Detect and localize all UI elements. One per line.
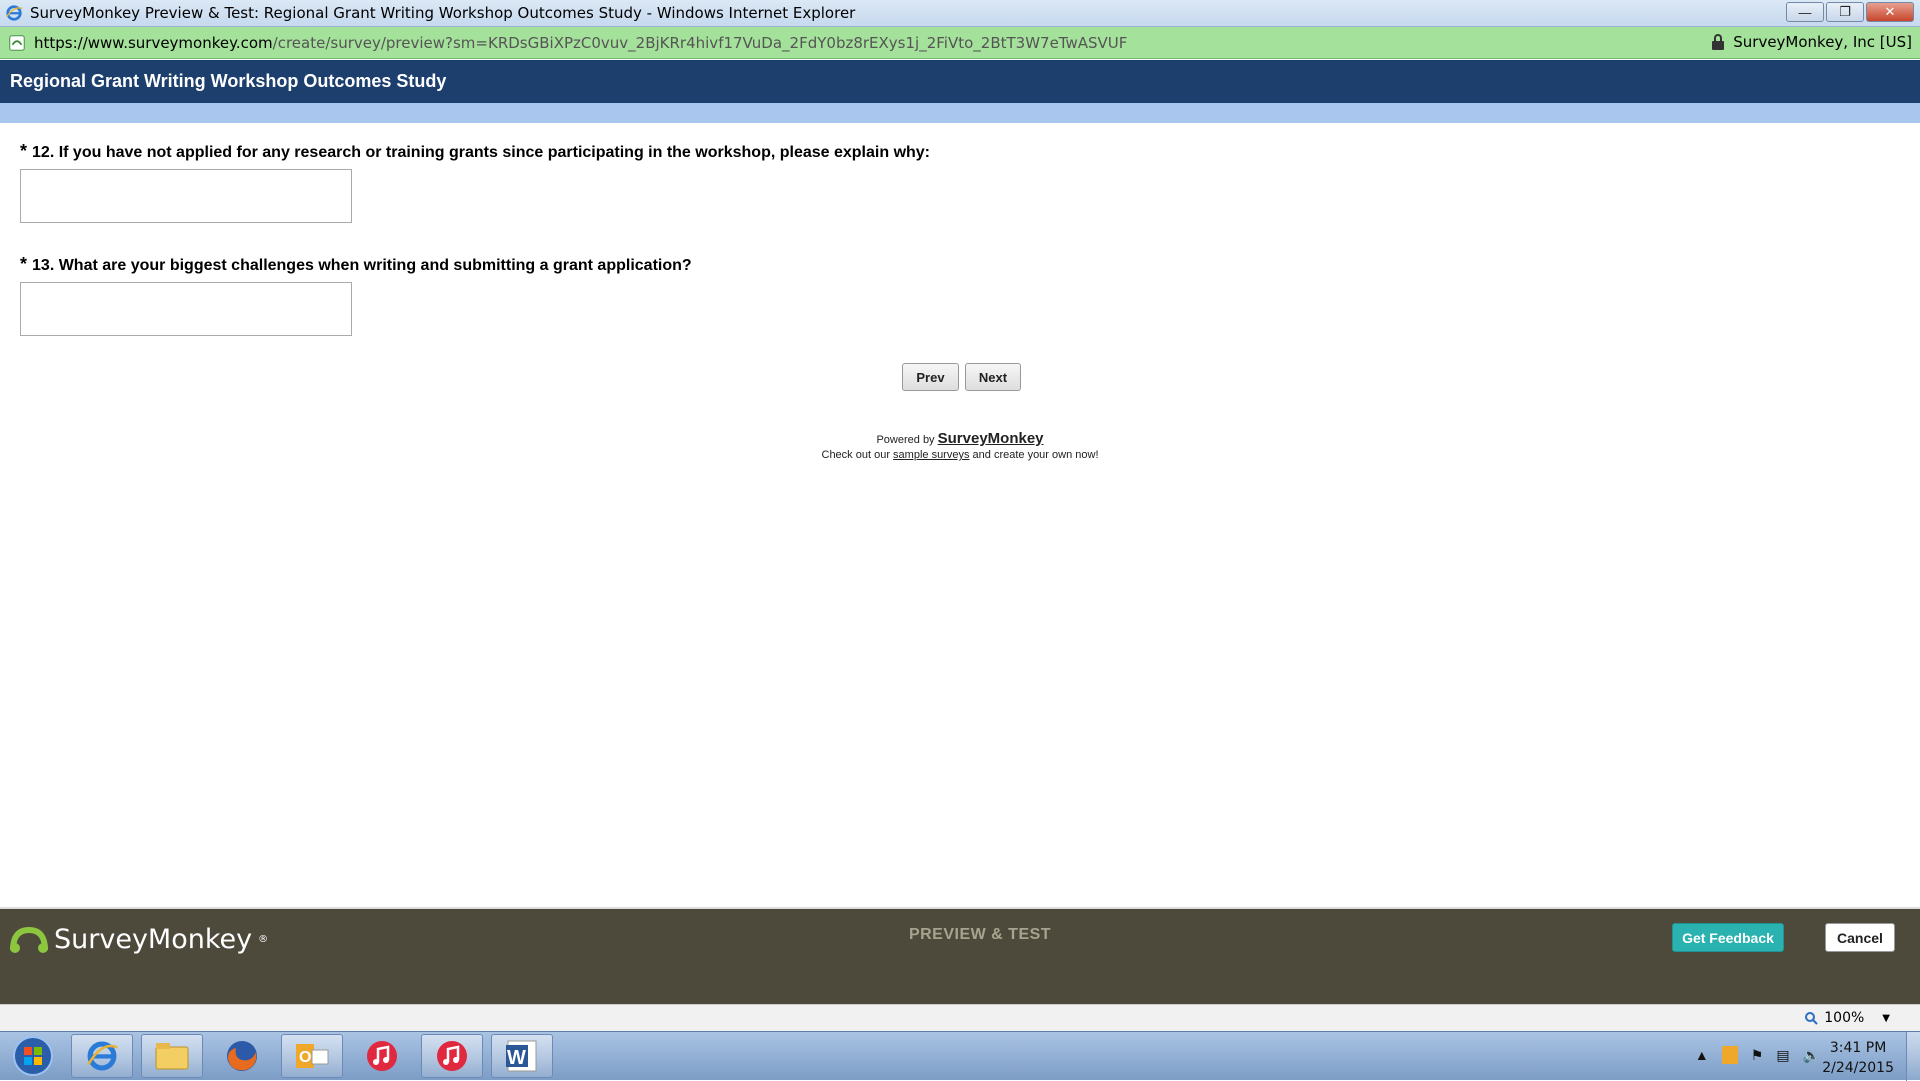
zoom-icon <box>1805 1012 1818 1025</box>
powered-by-footer: Powered by SurveyMonkey Check out our sa… <box>0 431 1920 463</box>
sample-surveys-link[interactable]: sample surveys <box>893 449 969 461</box>
taskbar-itunes[interactable] <box>351 1034 413 1078</box>
word-icon: W <box>506 1040 537 1072</box>
url-path[interactable]: /create/survey/preview?sm=KRDsGBiXPzC0vu… <box>273 34 1128 52</box>
internet-explorer-icon <box>87 1041 118 1071</box>
firefox-icon <box>227 1041 257 1071</box>
internet-explorer-icon <box>6 5 23 21</box>
svg-text:W: W <box>507 1047 526 1069</box>
address-bar[interactable]: https://www.surveymonkey.com/create/surv… <box>0 27 1920 59</box>
prev-button[interactable]: Prev <box>902 363 959 391</box>
page-icon <box>9 34 25 51</box>
powered-by-text: Powered by <box>876 434 935 446</box>
answer-input-13[interactable] <box>20 282 352 336</box>
file-explorer-icon <box>155 1043 189 1070</box>
volume-icon[interactable]: 🔈 <box>1803 1047 1820 1064</box>
certificate-info[interactable]: SurveyMonkey, Inc [US] <box>1711 33 1912 51</box>
windows-taskbar: O W ▲ ⚑ ▤ 🔈 3:41 PM 2/24/2015 <box>0 1031 1920 1081</box>
survey-header: Regional Grant Writing Workshop Outcomes… <box>0 60 1920 103</box>
taskbar-word[interactable]: W <box>491 1034 553 1078</box>
system-tray: ▲ ⚑ ▤ 🔈 <box>1695 1046 1820 1064</box>
preview-toolbar: SurveyMonkey ® PREVIEW & TEST Get Feedbac… <box>0 907 1920 1004</box>
surveymonkey-link[interactable]: SurveyMonkey <box>938 430 1044 447</box>
question-13: * 13. What are your biggest challenges w… <box>20 254 692 336</box>
minimize-icon[interactable]: — <box>1786 2 1824 22</box>
close-icon[interactable]: ✕ <box>1866 2 1914 22</box>
window-title: SurveyMonkey Preview & Test: Regional Gr… <box>30 4 856 22</box>
taskbar-file-explorer[interactable] <box>141 1034 203 1078</box>
taskbar-internet-explorer[interactable] <box>71 1034 133 1078</box>
zoom-control[interactable]: 100% ▼ <box>1804 1010 1890 1026</box>
status-bar: 100% ▼ <box>0 1004 1920 1031</box>
outlook-icon: O <box>296 1044 329 1068</box>
clock-time: 3:41 PM <box>1829 1040 1887 1056</box>
taskbar-firefox[interactable] <box>211 1034 273 1078</box>
preview-test-label: PREVIEW & TEST <box>908 926 1052 943</box>
lock-icon <box>1712 34 1725 50</box>
taskbar-outlook[interactable]: O <box>281 1034 343 1078</box>
certificate-label: SurveyMonkey, Inc [US] <box>1733 33 1912 51</box>
taskbar-itunes-window[interactable] <box>421 1034 483 1078</box>
survey-title: Regional Grant Writing Workshop Outcomes… <box>10 71 447 91</box>
svg-text:O: O <box>299 1049 311 1066</box>
start-button[interactable] <box>6 1034 60 1078</box>
question-text: 13. What are your biggest challenges whe… <box>32 257 692 274</box>
system-clock[interactable]: 3:41 PM 2/24/2015 <box>1822 1038 1894 1078</box>
window-titlebar: SurveyMonkey Preview & Test: Regional Gr… <box>0 0 1920 27</box>
clock-date: 2/24/2015 <box>1822 1060 1894 1076</box>
zoom-level: 100% <box>1824 1010 1865 1026</box>
window-controls: — ❐ ✕ <box>1786 2 1914 22</box>
get-feedback-button[interactable]: Get Feedback <box>1672 923 1784 952</box>
question-label: * 12. If you have not applied for any re… <box>20 141 930 162</box>
outlook-tray-icon[interactable] <box>1721 1046 1738 1064</box>
chevron-down-icon[interactable]: ▼ <box>1882 1013 1890 1024</box>
required-marker: * <box>20 141 28 161</box>
question-12: * 12. If you have not applied for any re… <box>20 141 930 223</box>
survey-navigation: Prev Next <box>902 363 1021 391</box>
chevron-up-icon[interactable]: ▲ <box>1695 1047 1709 1063</box>
checkout-text: Check out our <box>821 449 890 461</box>
survey-progress-strip <box>0 103 1920 123</box>
windows-start-icon <box>13 1036 53 1076</box>
restore-icon[interactable]: ❐ <box>1826 2 1864 22</box>
required-marker: * <box>20 254 28 274</box>
question-text: 12. If you have not applied for any rese… <box>32 144 931 161</box>
cancel-button[interactable]: Cancel <box>1825 923 1895 952</box>
url-domain[interactable]: https://www.surveymonkey.com <box>34 34 273 52</box>
itunes-icon <box>367 1041 397 1071</box>
itunes-icon <box>437 1041 467 1071</box>
network-icon[interactable]: ▤ <box>1776 1047 1789 1064</box>
checkout-text-end: and create your own now! <box>972 449 1099 461</box>
question-label: * 13. What are your biggest challenges w… <box>20 254 692 275</box>
answer-input-12[interactable] <box>20 169 352 223</box>
next-button[interactable]: Next <box>965 363 1021 391</box>
show-desktop-button[interactable] <box>1906 1032 1920 1081</box>
flag-icon[interactable]: ⚑ <box>1751 1047 1764 1064</box>
